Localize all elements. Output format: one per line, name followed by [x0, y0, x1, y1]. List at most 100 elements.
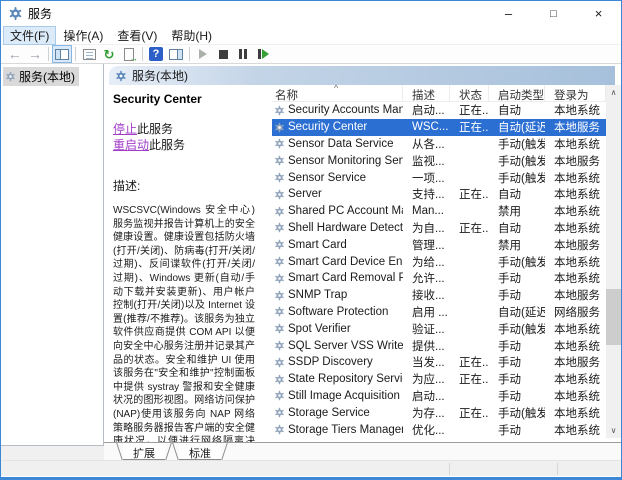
- service-description-cell: 验证...: [403, 320, 450, 337]
- service-row[interactable]: Sensor Data Service 从各... 手动(触发... 本地系统: [272, 136, 606, 153]
- service-row[interactable]: Still Image Acquisition Ev... 启动... 手动 本…: [272, 388, 606, 405]
- restart-service-button[interactable]: [253, 45, 273, 63]
- vertical-scrollbar[interactable]: ∧ ∨: [606, 85, 621, 438]
- service-gear-icon: [274, 290, 285, 301]
- service-name-cell: Security Accounts Manag...: [288, 104, 403, 116]
- service-startup-type-cell: 自动: [489, 220, 545, 237]
- service-action-links: 停止此服务 重启动此服务: [113, 121, 255, 153]
- service-row[interactable]: Smart Card Removal Poli... 允许... 手动 本地系统: [272, 270, 606, 287]
- scroll-down-icon[interactable]: ∨: [606, 423, 621, 438]
- service-logon-as-cell: 本地服务: [545, 236, 606, 253]
- service-description-cell: 为自...: [403, 220, 450, 237]
- service-row[interactable]: Smart Card Device Enum... 为给... 手动(触发...…: [272, 253, 606, 270]
- service-status-cell: [450, 236, 489, 253]
- service-gear-icon: [274, 407, 285, 418]
- console-tree-panel: 服务(本地): [1, 64, 104, 460]
- show-action-pane-button[interactable]: [166, 45, 186, 63]
- minimize-button[interactable]: –: [486, 1, 531, 26]
- stop-service-button[interactable]: [213, 45, 233, 63]
- service-logon-as-cell: 本地服务: [545, 354, 606, 371]
- menu-help[interactable]: 帮助(H): [164, 26, 219, 45]
- service-description-cell: 监视...: [403, 152, 450, 169]
- service-startup-type-cell: 自动(延迟...: [489, 119, 545, 136]
- pause-service-button[interactable]: [233, 45, 253, 63]
- service-gear-icon: [274, 155, 285, 166]
- refresh-button[interactable]: ↻: [99, 45, 119, 63]
- service-row[interactable]: State Repository Service 为应... 正在... 手动 …: [272, 371, 606, 388]
- service-name-cell: Sensor Monitoring Service: [288, 155, 403, 167]
- service-description-cell: Man...: [403, 203, 450, 220]
- service-row[interactable]: Sensor Monitoring Service 监视... 手动(触发...…: [272, 152, 606, 169]
- close-button[interactable]: ×: [576, 1, 621, 26]
- service-row[interactable]: Sensor Service 一项... 手动(触发... 本地系统: [272, 169, 606, 186]
- export-list-button[interactable]: [119, 45, 139, 63]
- service-row[interactable]: Security Center WSC... 正在... 自动(延迟... 本地…: [272, 119, 606, 136]
- service-description: WSCSVC(Windows 安全中心)服务监视并报告计算机上的安全健康设置。健…: [113, 204, 255, 442]
- service-status-cell: [450, 136, 489, 153]
- column-header-status[interactable]: 状态: [450, 85, 489, 101]
- service-logon-as-cell: 网络服务: [545, 304, 606, 321]
- service-startup-type-cell: 手动: [489, 388, 545, 405]
- selected-service-name: Security Center: [113, 92, 255, 106]
- tab-standard[interactable]: 标准: [179, 443, 221, 460]
- service-name-cell: Smart Card Removal Poli...: [288, 272, 403, 284]
- service-row[interactable]: Spot Verifier 验证... 手动(触发... 本地系统: [272, 320, 606, 337]
- tree-item-services-local[interactable]: 服务(本地): [3, 67, 79, 86]
- service-description-cell: 为应...: [403, 371, 450, 388]
- service-description-cell: 为存...: [403, 404, 450, 421]
- service-gear-icon: [274, 189, 285, 200]
- services-gear-icon: [5, 71, 16, 82]
- help-button[interactable]: ?: [146, 45, 166, 63]
- service-row[interactable]: Storage Service 为存... 正在... 手动(触发... 本地系…: [272, 404, 606, 421]
- service-logon-as-cell: 本地系统: [545, 253, 606, 270]
- export-list-icon: [124, 48, 134, 61]
- service-logon-as-cell: 本地系统: [545, 421, 606, 438]
- service-row[interactable]: Security Accounts Manag... 启动... 正在... 自…: [272, 102, 606, 119]
- scroll-up-icon[interactable]: ∧: [606, 85, 621, 100]
- service-status-cell: [450, 152, 489, 169]
- service-name-cell: Storage Tiers Managem...: [288, 424, 403, 436]
- pause-service-icon: [239, 49, 247, 59]
- service-gear-icon: [274, 323, 285, 334]
- service-row[interactable]: Shared PC Account Mana... Man... 禁用 本地系统: [272, 203, 606, 220]
- column-header-startup-type[interactable]: 启动类型: [489, 85, 545, 101]
- service-row[interactable]: Software Protection 启用 ... 自动(延迟... 网络服务: [272, 304, 606, 321]
- back-button[interactable]: →: [5, 45, 25, 63]
- service-logon-as-cell: 本地系统: [545, 404, 606, 421]
- show-console-tree-button[interactable]: [52, 45, 72, 63]
- service-name-cell: Shell Hardware Detection: [288, 222, 403, 234]
- forward-button[interactable]: →: [25, 45, 45, 63]
- start-service-button[interactable]: [193, 45, 213, 63]
- service-row[interactable]: Server 支持... 正在... 自动 本地系统: [272, 186, 606, 203]
- service-startup-type-cell: 手动: [489, 287, 545, 304]
- service-name-cell: SSDP Discovery: [288, 356, 373, 368]
- service-row[interactable]: Storage Tiers Managem... 优化... 手动 本地系统: [272, 421, 606, 438]
- menu-action[interactable]: 操作(A): [56, 26, 110, 45]
- stop-service-link[interactable]: 停止: [113, 122, 137, 136]
- service-row[interactable]: Shell Hardware Detection 为自... 正在... 自动 …: [272, 220, 606, 237]
- restart-service-icon: [258, 49, 269, 59]
- column-header-name[interactable]: 名称 ^: [272, 85, 403, 101]
- scrollbar-thumb[interactable]: [606, 289, 621, 345]
- service-row[interactable]: Smart Card 管理... 禁用 本地服务: [272, 236, 606, 253]
- column-header-logon-as[interactable]: 登录为: [545, 85, 606, 101]
- service-name-cell: Still Image Acquisition Ev...: [288, 390, 403, 402]
- service-row[interactable]: SNMP Trap 接收... 手动 本地服务: [272, 287, 606, 304]
- restart-service-link[interactable]: 重启动: [113, 138, 149, 152]
- toolbar-separator: [189, 47, 190, 61]
- service-gear-icon: [274, 122, 285, 133]
- service-description-cell: 支持...: [403, 186, 450, 203]
- menu-view[interactable]: 查看(V): [110, 26, 164, 45]
- maximize-button[interactable]: □: [531, 1, 576, 26]
- column-header-description[interactable]: 描述: [403, 85, 450, 101]
- action-pane-icon: [169, 49, 183, 60]
- service-status-cell: [450, 304, 489, 321]
- properties-button[interactable]: [79, 45, 99, 63]
- service-row[interactable]: SSDP Discovery 当发... 正在... 手动 本地服务: [272, 354, 606, 371]
- menu-file[interactable]: 文件(F): [3, 26, 56, 45]
- service-row[interactable]: SQL Server VSS Writer 提供... 手动 本地系统: [272, 337, 606, 354]
- service-name-cell: Smart Card: [288, 239, 347, 251]
- service-status-cell: 正在...: [450, 354, 489, 371]
- sort-ascending-icon: ^: [334, 85, 338, 93]
- tab-extended[interactable]: 扩展: [123, 443, 165, 460]
